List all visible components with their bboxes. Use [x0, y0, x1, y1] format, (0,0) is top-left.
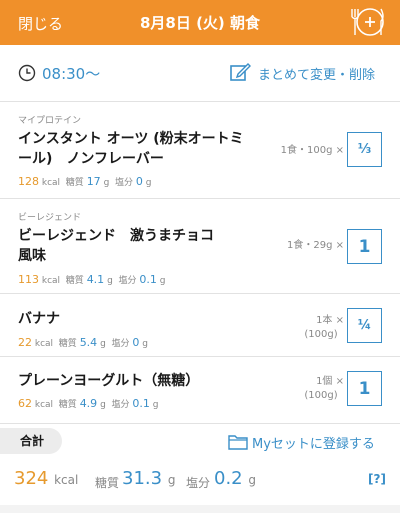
- item-name-line2: ール) ノンフレーバー: [18, 151, 164, 167]
- quantity-button[interactable]: 1: [347, 229, 382, 264]
- item-nutrition: 22 kcal 糖質 5.4 g 塩分 0 g: [18, 336, 148, 349]
- plate-fork-knife-icon[interactable]: [348, 5, 386, 39]
- total-summary: 324 kcal 糖質 31.3 g 塩分 0.2 g [?]: [0, 466, 400, 496]
- clock-icon: [18, 64, 36, 82]
- item-nutrition: 128 kcal 糖質 17 g 塩分 0 g: [18, 175, 152, 188]
- food-item[interactable]: プレーンヨーグルト（無糖） 62 kcal 糖質 4.9 g 塩分 0.1 g …: [0, 357, 400, 423]
- total-label: 合計: [0, 428, 62, 454]
- item-name-line1: ビーレジェンド 激うまチョコ: [18, 228, 214, 244]
- item-name-line2: 風味: [18, 248, 46, 264]
- item-amount: 1個 × (100g): [304, 376, 344, 401]
- meal-time[interactable]: 08:30～: [42, 63, 100, 84]
- total-carb-label: 糖質: [95, 476, 120, 490]
- item-name-line1: プレーンヨーグルト（無糖）: [18, 373, 200, 389]
- bulk-edit-button[interactable]: まとめて変更・削除: [258, 64, 375, 83]
- item-brand: マイプロテイン: [18, 116, 82, 126]
- bottom-strip: [0, 505, 400, 513]
- quantity-button[interactable]: ⅓: [347, 132, 382, 167]
- total-carb: 31.3 g: [122, 468, 176, 489]
- total-salt: 0.2 g: [214, 468, 256, 489]
- header-bar: 閉じる 8月8日 (火) 朝食: [0, 0, 400, 45]
- item-nutrition: 62 kcal 糖質 4.9 g 塩分 0.1 g: [18, 397, 159, 410]
- item-name-line1: インスタント オーツ (粉末オートミ: [18, 131, 244, 147]
- food-item[interactable]: バナナ 22 kcal 糖質 5.4 g 塩分 0 g 1本 × (100g) ¼: [0, 294, 400, 356]
- item-amount: 1食・29g ×: [287, 240, 344, 251]
- folder-icon[interactable]: [228, 433, 248, 450]
- item-brand: ビーレジェンド: [18, 213, 82, 223]
- register-myset-button[interactable]: Myセットに登録する: [252, 433, 375, 452]
- item-amount: 1食・100g ×: [280, 145, 344, 156]
- page-title: 8月8日 (火) 朝食: [139, 14, 261, 32]
- divider: [0, 423, 400, 424]
- quantity-button[interactable]: ¼: [347, 308, 382, 343]
- help-button[interactable]: [?]: [368, 472, 386, 486]
- edit-icon[interactable]: [229, 61, 251, 83]
- quantity-button[interactable]: 1: [347, 371, 382, 406]
- item-name-line1: バナナ: [18, 311, 60, 327]
- food-item[interactable]: マイプロテイン インスタント オーツ (粉末オートミ ール) ノンフレーバー 1…: [0, 102, 400, 198]
- total-kcal: 324 kcal: [14, 468, 79, 489]
- time-row: 08:30～ まとめて変更・削除: [0, 45, 400, 101]
- food-item[interactable]: ビーレジェンド ビーレジェンド 激うまチョコ 風味 113 kcal 糖質 4.…: [0, 199, 400, 293]
- total-salt-label: 塩分: [186, 476, 211, 490]
- item-amount: 1本 × (100g): [304, 315, 344, 340]
- item-nutrition: 113 kcal 糖質 4.1 g 塩分 0.1 g: [18, 273, 166, 286]
